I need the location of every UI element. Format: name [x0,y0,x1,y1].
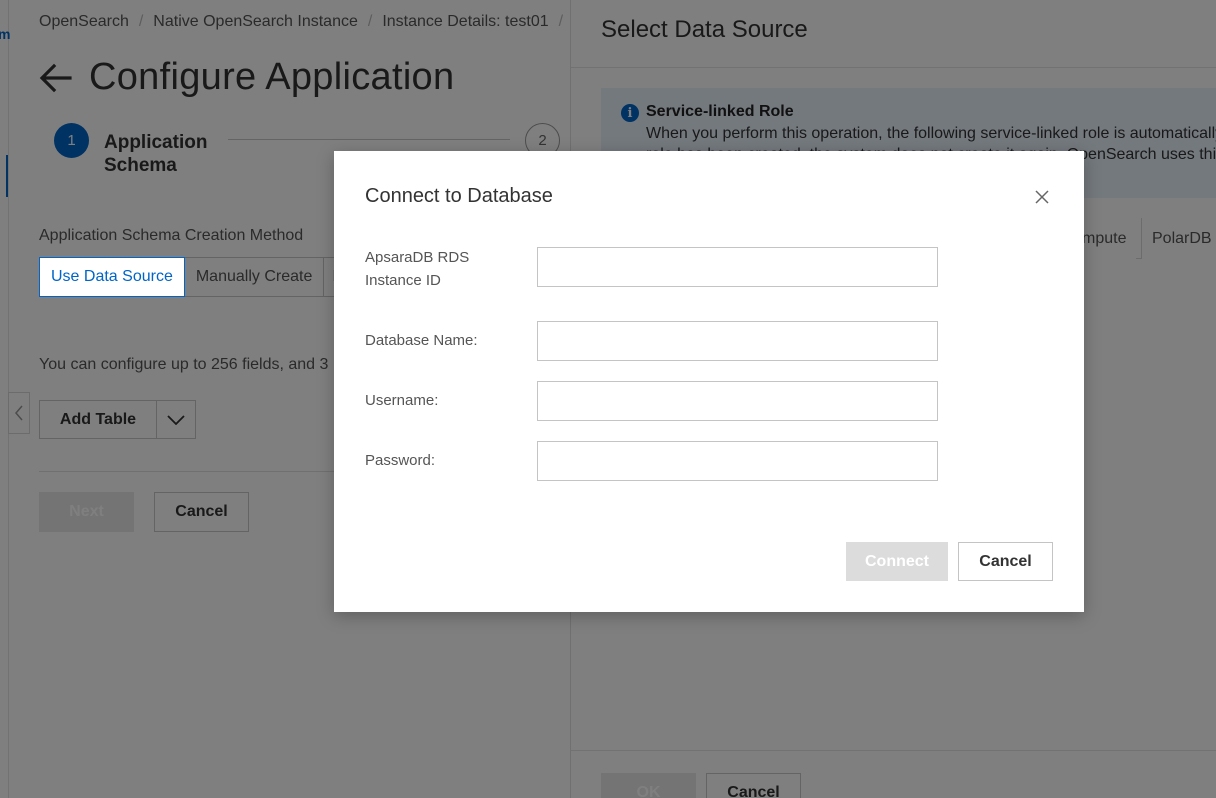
use-data-source-option[interactable]: Use Data Source [39,257,185,297]
rds-instance-id-label: ApsaraDB RDS Instance ID [365,246,515,292]
rds-instance-id-label-line-2: Instance ID [365,272,441,289]
database-name-label: Database Name: [365,332,478,349]
connect-button[interactable]: Connect [846,542,948,581]
password-label: Password: [365,452,436,469]
connect-to-database-dialog: Connect to Database ApsaraDB RDS Instanc… [334,151,1084,612]
close-icon [1035,190,1049,204]
rds-instance-id-input[interactable] [537,247,938,287]
dialog-close-button[interactable] [1031,186,1053,208]
username-label: Username: [365,392,439,409]
dialog-title: Connect to Database [365,185,553,207]
rds-instance-id-label-line-1: ApsaraDB RDS [365,249,470,266]
dialog-cancel-button[interactable]: Cancel [958,542,1053,581]
database-name-input[interactable] [537,321,938,361]
password-input[interactable] [537,441,938,481]
username-input[interactable] [537,381,938,421]
